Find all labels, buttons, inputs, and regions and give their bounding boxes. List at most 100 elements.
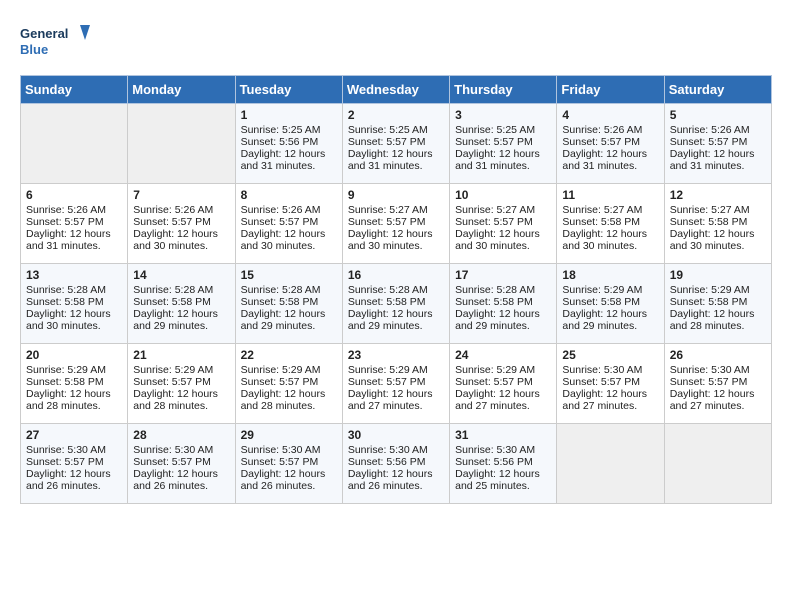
day-number: 7 (133, 188, 229, 202)
calendar-header-row: SundayMondayTuesdayWednesdayThursdayFrid… (21, 76, 772, 104)
calendar-cell: 9Sunrise: 5:27 AMSunset: 5:57 PMDaylight… (342, 184, 449, 264)
day-number: 26 (670, 348, 766, 362)
sunrise-text: Sunrise: 5:29 AM (26, 364, 106, 376)
sunrise-text: Sunrise: 5:28 AM (241, 284, 321, 296)
calendar-cell: 30Sunrise: 5:30 AMSunset: 5:56 PMDayligh… (342, 424, 449, 504)
day-number: 15 (241, 268, 337, 282)
day-number: 11 (562, 188, 658, 202)
daylight-text: Daylight: 12 hours and 26 minutes. (348, 468, 433, 492)
sunset-text: Sunset: 5:56 PM (348, 456, 426, 468)
sunrise-text: Sunrise: 5:30 AM (455, 444, 535, 456)
sunset-text: Sunset: 5:57 PM (241, 376, 319, 388)
calendar-cell: 8Sunrise: 5:26 AMSunset: 5:57 PMDaylight… (235, 184, 342, 264)
day-number: 28 (133, 428, 229, 442)
day-number: 29 (241, 428, 337, 442)
day-number: 24 (455, 348, 551, 362)
sunset-text: Sunset: 5:57 PM (241, 456, 319, 468)
sunset-text: Sunset: 5:58 PM (133, 296, 211, 308)
svg-text:General: General (20, 26, 68, 41)
calendar-cell: 14Sunrise: 5:28 AMSunset: 5:58 PMDayligh… (128, 264, 235, 344)
calendar-week-row: 20Sunrise: 5:29 AMSunset: 5:58 PMDayligh… (21, 344, 772, 424)
calendar-cell: 11Sunrise: 5:27 AMSunset: 5:58 PMDayligh… (557, 184, 664, 264)
daylight-text: Daylight: 12 hours and 31 minutes. (455, 148, 540, 172)
sunset-text: Sunset: 5:58 PM (562, 216, 640, 228)
sunrise-text: Sunrise: 5:25 AM (348, 124, 428, 136)
day-header-sunday: Sunday (21, 76, 128, 104)
sunrise-text: Sunrise: 5:28 AM (26, 284, 106, 296)
day-number: 10 (455, 188, 551, 202)
daylight-text: Daylight: 12 hours and 29 minutes. (455, 308, 540, 332)
calendar-cell: 6Sunrise: 5:26 AMSunset: 5:57 PMDaylight… (21, 184, 128, 264)
daylight-text: Daylight: 12 hours and 29 minutes. (562, 308, 647, 332)
sunset-text: Sunset: 5:57 PM (133, 376, 211, 388)
day-header-wednesday: Wednesday (342, 76, 449, 104)
daylight-text: Daylight: 12 hours and 31 minutes. (241, 148, 326, 172)
calendar-table: SundayMondayTuesdayWednesdayThursdayFrid… (20, 75, 772, 504)
calendar-cell: 27Sunrise: 5:30 AMSunset: 5:57 PMDayligh… (21, 424, 128, 504)
sunrise-text: Sunrise: 5:25 AM (241, 124, 321, 136)
calendar-cell: 20Sunrise: 5:29 AMSunset: 5:58 PMDayligh… (21, 344, 128, 424)
sunset-text: Sunset: 5:56 PM (455, 456, 533, 468)
daylight-text: Daylight: 12 hours and 27 minutes. (348, 388, 433, 412)
sunset-text: Sunset: 5:57 PM (26, 216, 104, 228)
calendar-cell: 1Sunrise: 5:25 AMSunset: 5:56 PMDaylight… (235, 104, 342, 184)
sunrise-text: Sunrise: 5:28 AM (348, 284, 428, 296)
calendar-week-row: 27Sunrise: 5:30 AMSunset: 5:57 PMDayligh… (21, 424, 772, 504)
calendar-cell: 24 Sunrise: 5:29 AMSunset: 5:57 PMDayligh… (450, 344, 557, 424)
sunset-text: Sunset: 5:58 PM (455, 296, 533, 308)
sunrise-text: Sunrise: 5:27 AM (670, 204, 750, 216)
day-header-thursday: Thursday (450, 76, 557, 104)
daylight-text: Daylight: 12 hours and 30 minutes. (455, 228, 540, 252)
calendar-cell: 31Sunrise: 5:30 AMSunset: 5:56 PMDayligh… (450, 424, 557, 504)
calendar-cell: 19Sunrise: 5:29 AMSunset: 5:58 PMDayligh… (664, 264, 771, 344)
logo-svg: General Blue (20, 20, 90, 65)
day-number: 1 (241, 108, 337, 122)
daylight-text: Daylight: 12 hours and 30 minutes. (562, 228, 647, 252)
daylight-text: Daylight: 12 hours and 29 minutes. (241, 308, 326, 332)
sunset-text: Sunset: 5:58 PM (670, 296, 748, 308)
sunset-text: Sunset: 5:58 PM (241, 296, 319, 308)
sunrise-text: Sunrise: 5:26 AM (562, 124, 642, 136)
daylight-text: Daylight: 12 hours and 26 minutes. (133, 468, 218, 492)
day-number: 14 (133, 268, 229, 282)
day-header-monday: Monday (128, 76, 235, 104)
sunrise-text: Sunrise: 5:28 AM (133, 284, 213, 296)
calendar-cell: 2Sunrise: 5:25 AMSunset: 5:57 PMDaylight… (342, 104, 449, 184)
sunset-text: Sunset: 5:57 PM (348, 376, 426, 388)
calendar-cell: 10Sunrise: 5:27 AMSunset: 5:57 PMDayligh… (450, 184, 557, 264)
daylight-text: Daylight: 12 hours and 30 minutes. (133, 228, 218, 252)
sunrise-text: Sunrise: 5:29 AM (670, 284, 750, 296)
daylight-text: Daylight: 12 hours and 31 minutes. (670, 148, 755, 172)
calendar-week-row: 13Sunrise: 5:28 AMSunset: 5:58 PMDayligh… (21, 264, 772, 344)
calendar-cell: 13Sunrise: 5:28 AMSunset: 5:58 PMDayligh… (21, 264, 128, 344)
sunset-text: Sunset: 5:58 PM (26, 376, 104, 388)
sunset-text: Sunset: 5:58 PM (348, 296, 426, 308)
sunrise-text: Sunrise: 5:25 AM (455, 124, 535, 136)
day-number: 16 (348, 268, 444, 282)
calendar-body: 1Sunrise: 5:25 AMSunset: 5:56 PMDaylight… (21, 104, 772, 504)
calendar-cell: 22Sunrise: 5:29 AMSunset: 5:57 PMDayligh… (235, 344, 342, 424)
day-header-tuesday: Tuesday (235, 76, 342, 104)
daylight-text: Daylight: 12 hours and 27 minutes. (455, 388, 540, 412)
sunset-text: Sunset: 5:57 PM (562, 376, 640, 388)
sunrise-text: Sunrise: 5:29 AM (455, 364, 535, 376)
calendar-cell: 15 Sunrise: 5:28 AMSunset: 5:58 PMDayligh… (235, 264, 342, 344)
sunrise-text: Sunrise: 5:30 AM (241, 444, 321, 456)
day-number: 5 (670, 108, 766, 122)
sunset-text: Sunset: 5:57 PM (455, 376, 533, 388)
day-number: 4 (562, 108, 658, 122)
sunrise-text: Sunrise: 5:30 AM (670, 364, 750, 376)
sunrise-text: Sunrise: 5:26 AM (241, 204, 321, 216)
sunset-text: Sunset: 5:57 PM (133, 216, 211, 228)
calendar-cell (128, 104, 235, 184)
calendar-cell: 12Sunrise: 5:27 AMSunset: 5:58 PMDayligh… (664, 184, 771, 264)
sunrise-text: Sunrise: 5:29 AM (348, 364, 428, 376)
calendar-cell: 21Sunrise: 5:29 AMSunset: 5:57 PMDayligh… (128, 344, 235, 424)
sunset-text: Sunset: 5:58 PM (670, 216, 748, 228)
daylight-text: Daylight: 12 hours and 30 minutes. (670, 228, 755, 252)
page-header: General Blue (20, 20, 772, 65)
sunrise-text: Sunrise: 5:29 AM (241, 364, 321, 376)
day-number: 3 (455, 108, 551, 122)
sunrise-text: Sunrise: 5:30 AM (348, 444, 428, 456)
daylight-text: Daylight: 12 hours and 30 minutes. (241, 228, 326, 252)
